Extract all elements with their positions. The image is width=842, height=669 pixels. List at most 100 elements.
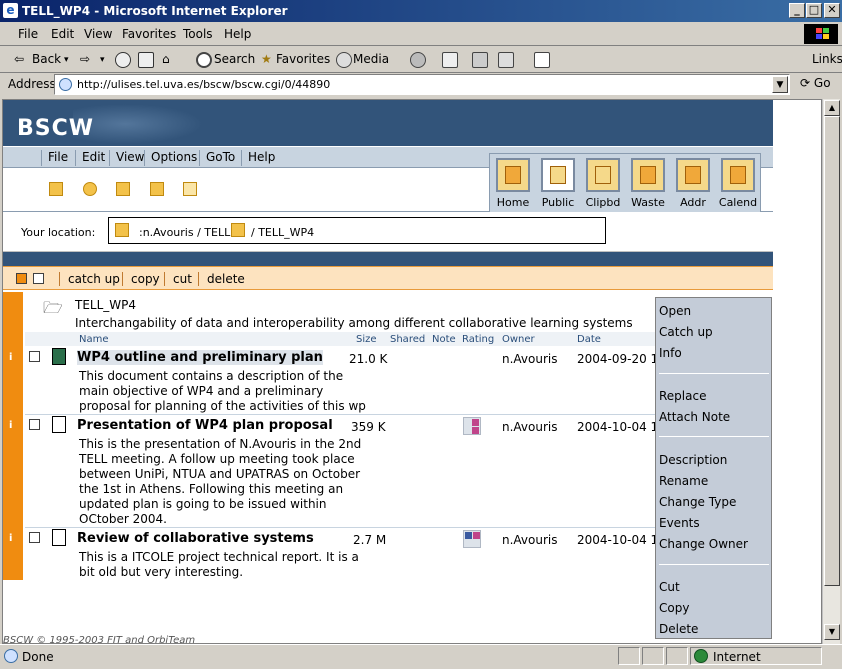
addr-label[interactable]: Addr: [668, 196, 718, 209]
zip-file-icon[interactable]: [52, 529, 66, 546]
back-arrow-icon[interactable]: ⇦: [14, 52, 24, 66]
close-button[interactable]: ✕: [824, 3, 840, 18]
clipbd-label[interactable]: Clipbd: [578, 196, 628, 209]
back-button[interactable]: Back: [32, 52, 61, 66]
document-icon[interactable]: [183, 182, 197, 196]
go-button[interactable]: ⟳ Go: [800, 76, 831, 90]
calendar-icon[interactable]: [721, 158, 755, 192]
members-icon[interactable]: [116, 182, 130, 196]
ctx-description[interactable]: Description: [659, 453, 727, 467]
public-label[interactable]: Public: [533, 196, 583, 209]
forward-arrow-icon[interactable]: ⇨: [80, 52, 90, 66]
discuss-icon[interactable]: [534, 52, 550, 68]
bscw-menu-file[interactable]: File: [41, 150, 68, 166]
home-icon[interactable]: [115, 223, 129, 237]
home-label[interactable]: Home: [488, 196, 538, 209]
links-label[interactable]: Links: [812, 52, 842, 66]
clipboard-icon[interactable]: [586, 158, 620, 192]
file-title[interactable]: Review of collaborative systems: [77, 531, 314, 546]
rating-icon[interactable]: [463, 530, 481, 548]
members-folder-icon[interactable]: [231, 223, 245, 237]
cut-action[interactable]: cut: [164, 272, 192, 286]
mail-icon[interactable]: [442, 52, 458, 68]
address-url[interactable]: http://ulises.tel.uva.es/bscw/bscw.cgi/0…: [77, 78, 330, 91]
folder-icon[interactable]: [150, 182, 164, 196]
address-input[interactable]: http://ulises.tel.uva.es/bscw/bscw.cgi/0…: [54, 74, 790, 95]
address-book-icon[interactable]: [676, 158, 710, 192]
file-checkbox[interactable]: [29, 419, 40, 430]
menu-file[interactable]: File: [18, 27, 38, 41]
column-name[interactable]: Name: [79, 334, 109, 345]
deselect-all-checkbox[interactable]: [33, 273, 44, 284]
search-icon[interactable]: [196, 52, 212, 68]
info-link[interactable]: i: [9, 533, 12, 544]
menu-tools[interactable]: Tools: [183, 27, 213, 41]
home-icon[interactable]: ⌂: [162, 52, 170, 66]
column-shared[interactable]: Shared: [390, 334, 425, 345]
bscw-menu-goto[interactable]: GoTo: [199, 150, 235, 166]
media-icon[interactable]: [336, 52, 352, 68]
select-all-checkbox[interactable]: [16, 273, 27, 284]
ctx-delete[interactable]: Delete: [659, 622, 698, 636]
ctx-info[interactable]: Info: [659, 346, 682, 360]
document-file-icon[interactable]: [52, 348, 66, 365]
info-icon[interactable]: [49, 182, 63, 196]
info-link[interactable]: i: [9, 352, 12, 363]
chevron-down-icon[interactable]: ▾: [100, 55, 105, 65]
calend-label[interactable]: Calend: [713, 196, 763, 209]
edit-icon[interactable]: [498, 52, 514, 68]
ctx-copy[interactable]: Copy: [659, 601, 689, 615]
breadcrumb-path-2[interactable]: / TELL_WP4: [251, 226, 314, 239]
refresh-icon[interactable]: [138, 52, 154, 68]
ctx-catch-up[interactable]: Catch up: [659, 325, 713, 339]
file-owner[interactable]: n.Avouris: [502, 420, 558, 434]
media-button[interactable]: Media: [353, 52, 389, 66]
search-button[interactable]: Search: [214, 52, 255, 66]
delete-action[interactable]: delete: [198, 272, 245, 286]
ctx-rename[interactable]: Rename: [659, 474, 708, 488]
column-date[interactable]: Date: [577, 334, 601, 345]
menu-edit[interactable]: Edit: [51, 27, 74, 41]
column-note[interactable]: Note: [432, 334, 456, 345]
scroll-thumb[interactable]: [824, 116, 840, 586]
favorites-icon[interactable]: ★: [261, 52, 272, 66]
file-owner[interactable]: n.Avouris: [502, 533, 558, 547]
key-icon[interactable]: [83, 182, 97, 196]
file-title[interactable]: WP4 outline and preliminary plan: [77, 350, 323, 365]
ctx-open[interactable]: Open: [659, 304, 691, 318]
breadcrumb-path-1[interactable]: :n.Avouris / TELL: [139, 226, 230, 239]
ctx-attach-note[interactable]: Attach Note: [659, 410, 730, 424]
info-link[interactable]: i: [9, 420, 12, 431]
minimize-button[interactable]: _: [789, 3, 805, 18]
chevron-down-icon[interactable]: ▾: [64, 55, 69, 65]
ctx-events[interactable]: Events: [659, 516, 700, 530]
chevron-down-icon[interactable]: ▼: [772, 76, 788, 93]
ctx-change-type[interactable]: Change Type: [659, 495, 736, 509]
column-size[interactable]: Size: [356, 334, 377, 345]
menu-view[interactable]: View: [84, 27, 112, 41]
rating-icon[interactable]: [463, 417, 481, 435]
file-checkbox[interactable]: [29, 532, 40, 543]
scroll-up-icon[interactable]: ▲: [824, 100, 840, 116]
favorites-button[interactable]: Favorites: [276, 52, 330, 66]
scroll-down-icon[interactable]: ▼: [824, 624, 840, 640]
column-owner[interactable]: Owner: [502, 334, 535, 345]
menu-help[interactable]: Help: [224, 27, 251, 41]
maximize-button[interactable]: □: [806, 3, 822, 18]
ctx-change-owner[interactable]: Change Owner: [659, 537, 748, 551]
bscw-menu-help[interactable]: Help: [241, 150, 275, 166]
vertical-scrollbar[interactable]: ▲ ▼: [822, 99, 840, 644]
waste-label[interactable]: Waste: [623, 196, 673, 209]
column-rating[interactable]: Rating: [462, 334, 494, 345]
public-icon[interactable]: [541, 158, 575, 192]
menu-favorites[interactable]: Favorites: [122, 27, 176, 41]
file-title[interactable]: Presentation of WP4 plan proposal: [77, 418, 333, 433]
ctx-replace[interactable]: Replace: [659, 389, 706, 403]
file-checkbox[interactable]: [29, 351, 40, 362]
zip-file-icon[interactable]: [52, 416, 66, 433]
bscw-menu-edit[interactable]: Edit: [75, 150, 105, 166]
ctx-cut[interactable]: Cut: [659, 580, 680, 594]
waste-icon[interactable]: [631, 158, 665, 192]
bscw-menu-view[interactable]: View: [109, 150, 144, 166]
home-icon[interactable]: [496, 158, 530, 192]
